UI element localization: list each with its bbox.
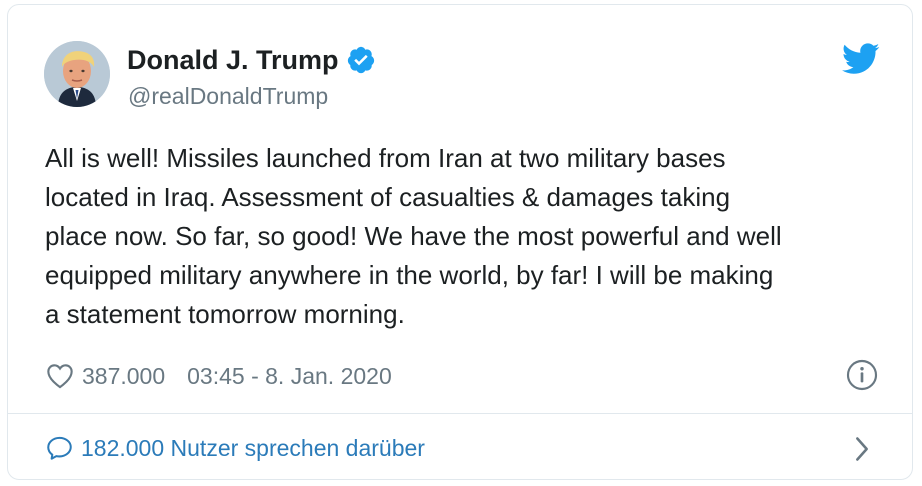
avatar[interactable] [44,41,110,107]
tweet-meta-row: 387.000 03:45 - 8. Jan. 2020 [46,361,392,391]
conversation-link[interactable]: 182.000 Nutzer sprechen darüber [46,433,425,463]
tweet-timestamp[interactable]: 03:45 - 8. Jan. 2020 [187,363,392,390]
speech-bubble-icon [47,436,72,460]
like-count[interactable]: 387.000 [82,363,165,390]
info-icon[interactable] [846,359,878,391]
heart-icon[interactable] [46,363,74,389]
divider [8,413,912,414]
twitter-bird-icon[interactable] [842,43,880,75]
author-name-row[interactable]: Donald J. Trump [127,44,376,76]
tweet-text: All is well! Missiles launched from Iran… [45,143,782,329]
author-display-name[interactable]: Donald J. Trump [127,44,339,76]
author-handle[interactable]: @realDonaldTrump [128,82,328,110]
tweet-card: Donald J. Trump @realDonaldTrump All is … [7,4,913,480]
chevron-right-icon[interactable] [852,435,872,463]
conversation-label[interactable]: 182.000 Nutzer sprechen darüber [81,435,425,462]
verified-badge-icon [347,46,374,74]
